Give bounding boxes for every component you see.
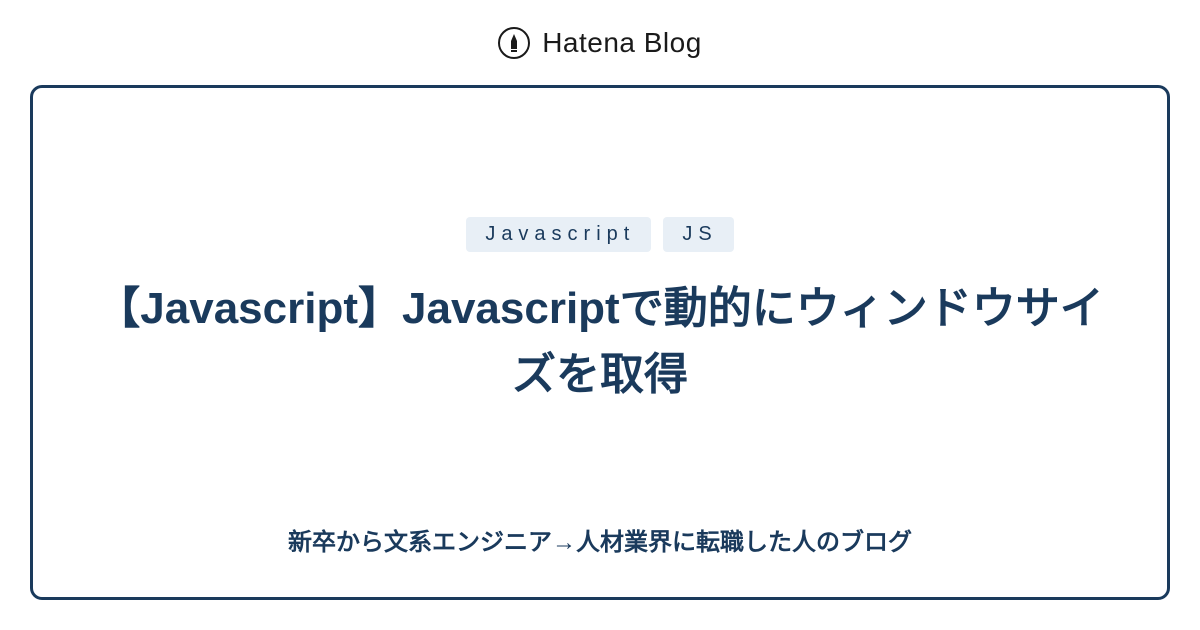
brand-name: Hatena Blog <box>542 27 702 59</box>
og-card: Javascript JS 【Javascript】Javascriptで動的に… <box>30 85 1170 600</box>
tag-item: JS <box>663 217 733 252</box>
article-title: 【Javascript】Javascriptで動的にウィンドウサイズを取得 <box>93 276 1107 408</box>
tag-list: Javascript JS <box>466 217 733 252</box>
blog-name: 新卒から文系エンジニア→人材業界に転職した人のブログ <box>288 522 912 557</box>
site-header: Hatena Blog <box>0 0 1200 85</box>
tag-item: Javascript <box>466 217 651 252</box>
hatena-logo-icon <box>498 27 530 59</box>
